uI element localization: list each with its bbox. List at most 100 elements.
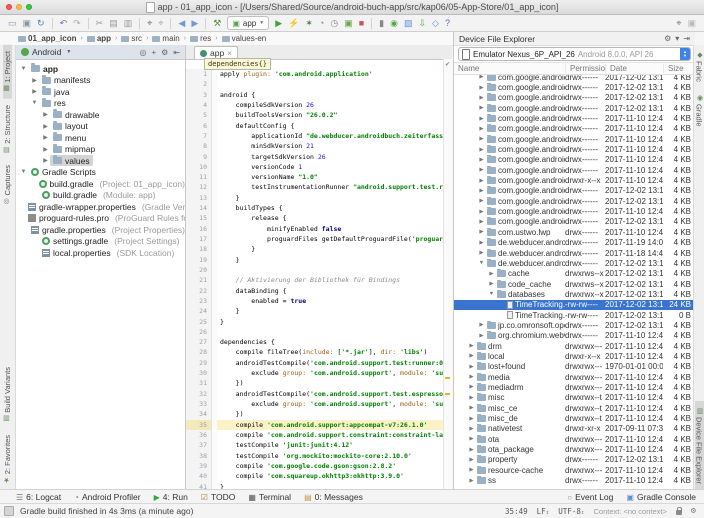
- chevron-right-icon[interactable]: ▶: [468, 467, 475, 473]
- file-row[interactable]: ▶ mediadrm drwxrwx--- 2017-11-10 12:4 4 KB: [454, 382, 695, 392]
- tree-item-local-properties[interactable]: local.properties (SDK Location): [16, 247, 185, 259]
- code-line[interactable]: 20: [186, 264, 444, 276]
- file-row[interactable]: ▶ com.google.android. drwx------ 2017-11-10…: [454, 206, 695, 216]
- profiler-icon[interactable]: ◷: [330, 15, 338, 31]
- file-row[interactable]: ▶ com.google.android. drwx------ 2017-12-02…: [454, 217, 695, 227]
- encoding-widget[interactable]: UTF-8↕: [558, 507, 584, 516]
- file-row[interactable]: ▶ misc_ce drwxrwx--t 2017-11-10 12:4 4 KB: [454, 403, 695, 413]
- chevron-down-icon[interactable]: ▼: [19, 169, 28, 175]
- chevron-down-icon[interactable]: ▼: [488, 291, 495, 297]
- file-row[interactable]: ▶ nativetest drwxr-xr-x 2017-09-11 07:3 4 KB: [454, 424, 695, 434]
- avatar-icon[interactable]: ▣: [687, 15, 696, 31]
- file-row[interactable]: ▶ drm drwxrwx--- 2017-11-10 12:4 4 KB: [454, 341, 695, 351]
- breadcrumb-item-src[interactable]: src: [121, 34, 142, 43]
- chevron-right-icon[interactable]: ▶: [478, 209, 485, 215]
- file-row[interactable]: ▶ ss drwx------ 2017-11-10 12:4 4 KB: [454, 475, 695, 485]
- tree-item-settings-gradle[interactable]: settings.gradle (Project Settings): [16, 236, 185, 248]
- chevron-right-icon[interactable]: ▶: [41, 111, 50, 118]
- toolwindow-button-android-profiler[interactable]: ◔ Android Profiler: [74, 492, 140, 502]
- code-line[interactable]: 36 compile 'com.android.support.constrai…: [186, 429, 444, 441]
- tree-item-layout[interactable]: ▶ layout: [16, 120, 185, 133]
- chevron-right-icon[interactable]: ▶: [478, 95, 485, 101]
- chevron-down-icon[interactable]: ▼: [30, 100, 39, 106]
- device-selector[interactable]: Emulator Nexus_6P_API_26 Android 8.0.0, …: [458, 47, 691, 61]
- redo-icon[interactable]: ↷: [73, 15, 81, 31]
- caret-position-widget[interactable]: 35:49: [505, 507, 528, 516]
- file-row[interactable]: ▶ com.google.android. drwx------ 2017-12-02…: [454, 186, 695, 196]
- file-row[interactable]: TimeTracking.db-journal-rw-rw---- 2017-12…: [454, 310, 695, 320]
- code-line[interactable]: 33 exclude group: 'com.android.support',…: [186, 399, 444, 410]
- help-icon[interactable]: ?: [445, 15, 450, 31]
- code-line[interactable]: 16 minifyEnabled false: [186, 223, 444, 234]
- paste-icon[interactable]: ▥: [124, 15, 133, 31]
- tree-item-values[interactable]: ▶ values: [16, 155, 185, 167]
- code-line[interactable]: 25}: [186, 316, 444, 327]
- code-line[interactable]: 32 androidTestCompile('com.android.suppo…: [186, 388, 444, 399]
- minimize-window-button[interactable]: [16, 4, 22, 10]
- toolwindow-button-event-log[interactable]: ○ Event Log: [567, 492, 613, 502]
- code-line[interactable]: 30 exclude group: 'com.android.support',…: [186, 368, 444, 379]
- dock-item-build-variants[interactable]: ▥ Build Variants: [3, 361, 12, 429]
- chevron-right-icon[interactable]: ▶: [41, 146, 50, 153]
- toolwindow-button-gradle-console[interactable]: ▣ Gradle Console: [626, 492, 696, 502]
- chevron-right-icon[interactable]: ▶: [488, 281, 495, 287]
- stripe-mark[interactable]: [445, 393, 450, 395]
- chevron-right-icon[interactable]: ▶: [478, 126, 485, 132]
- chevron-right-icon[interactable]: ▶: [468, 353, 475, 359]
- code-line[interactable]: 26: [186, 326, 444, 338]
- chevron-right-icon[interactable]: ▶: [478, 178, 485, 184]
- chevron-right-icon[interactable]: ▶: [30, 88, 39, 95]
- tree-item-mipmap[interactable]: ▶ mipmap: [16, 143, 185, 156]
- chevron-right-icon[interactable]: ▶: [478, 250, 485, 256]
- tree-item-menu[interactable]: ▶ menu: [16, 132, 185, 144]
- close-window-button[interactable]: [6, 4, 12, 10]
- column-header-name[interactable]: Name: [454, 64, 565, 73]
- file-row[interactable]: ▶ resource-cache drwxrwx--- 2017-11-10 12:4…: [454, 465, 695, 475]
- column-header-permissio[interactable]: Permissio...: [565, 64, 605, 73]
- code-line[interactable]: 23 enabled = true: [186, 295, 444, 307]
- chevron-right-icon[interactable]: ▶: [41, 157, 50, 164]
- device-cast-icon[interactable]: ▮: [379, 15, 384, 31]
- code-line[interactable]: 18 }: [186, 244, 444, 255]
- breadcrumb-item-res[interactable]: res: [190, 34, 211, 43]
- tree-item-build-gradle[interactable]: build.gradle (Module: app): [16, 190, 185, 202]
- file-row[interactable]: TimeTracking.db-rw-rw---- 2017-12-02 13:1…: [454, 299, 695, 310]
- code-line[interactable]: 12 testInstrumentationRunner "android.su…: [186, 182, 444, 193]
- file-row[interactable]: ▶ com.ustwo.lwp drwx------ 2017-11-10 12:4 4…: [454, 227, 695, 237]
- code-line[interactable]: 1 apply plugin: 'com.android.application': [186, 69, 444, 80]
- chevron-right-icon[interactable]: ▶: [468, 436, 475, 442]
- file-row[interactable]: ▶ ota drwxrwx--- 2017-11-10 12:4 4 KB: [454, 434, 695, 444]
- dock-item-1-project[interactable]: ▦ 1: Project: [3, 45, 12, 99]
- close-tab-icon[interactable]: ×: [227, 49, 232, 58]
- layout-inspector-icon[interactable]: ▧: [404, 15, 413, 31]
- file-row[interactable]: ▶ com.google.android. drwx------ 2017-12-02…: [454, 196, 695, 206]
- project-view-selector[interactable]: Android: [32, 47, 61, 57]
- line-ending-widget[interactable]: LF↕: [537, 507, 550, 516]
- file-row[interactable]: ▶ ota_package drwxrwx--- 2017-11-10 12:4 4 K…: [454, 444, 695, 454]
- code-line[interactable]: 7 applicationId "de.webducer.androidbuch…: [186, 130, 444, 142]
- code-line[interactable]: 9 targetSdkVersion 26: [186, 151, 444, 162]
- chevron-down-icon[interactable]: ▼: [19, 66, 28, 72]
- code-line[interactable]: 35 compile 'com.android.support:appcompa…: [186, 419, 444, 430]
- file-row[interactable]: ▶ misc_de drwxrwx--t 2017-11-10 12:4 4 KB: [454, 413, 695, 423]
- chevron-right-icon[interactable]: ▶: [41, 123, 50, 130]
- code-line[interactable]: 34 }): [186, 409, 444, 420]
- chevron-right-icon[interactable]: ▶: [468, 395, 475, 401]
- file-row[interactable]: ▶ local drwxr-x--x 2017-11-10 12:4 4 KB: [454, 351, 695, 361]
- chevron-right-icon[interactable]: ▶: [468, 374, 475, 380]
- file-row[interactable]: ▶ org.chromium.webviedrwx------ 2017-11-10…: [454, 331, 695, 341]
- file-row[interactable]: ▶ com.google.android. drwx------ 2017-12-02…: [454, 103, 695, 113]
- code-line[interactable]: 8 minSdkVersion 21: [186, 141, 444, 152]
- breadcrumb-item-values-en[interactable]: values-en: [221, 34, 266, 43]
- chevron-right-icon[interactable]: ▶: [478, 157, 485, 163]
- tree-item-java[interactable]: ▶ java: [16, 86, 185, 98]
- locate-file-icon[interactable]: ◎: [139, 48, 146, 57]
- file-row[interactable]: ▶ jp.co.omronsoft.ope drwx------ 2017-12-02…: [454, 320, 695, 330]
- code-line[interactable]: 5 buildToolsVersion "26.0.2": [186, 110, 444, 121]
- back-icon[interactable]: ◀: [178, 15, 185, 31]
- stripe-mark[interactable]: [445, 377, 450, 379]
- file-row[interactable]: ▶ property drwx------ 2017-12-02 13:1 4 KB: [454, 455, 695, 465]
- file-row[interactable]: ▶ com.google.android. drwx------ 2017-11-10…: [454, 144, 695, 154]
- file-row[interactable]: ▶ cache drwxrws--x 2017-12-02 13:1 4 KB: [454, 269, 695, 279]
- file-row[interactable]: ▶ com.google.android. drwx------ 2017-11-10…: [454, 155, 695, 165]
